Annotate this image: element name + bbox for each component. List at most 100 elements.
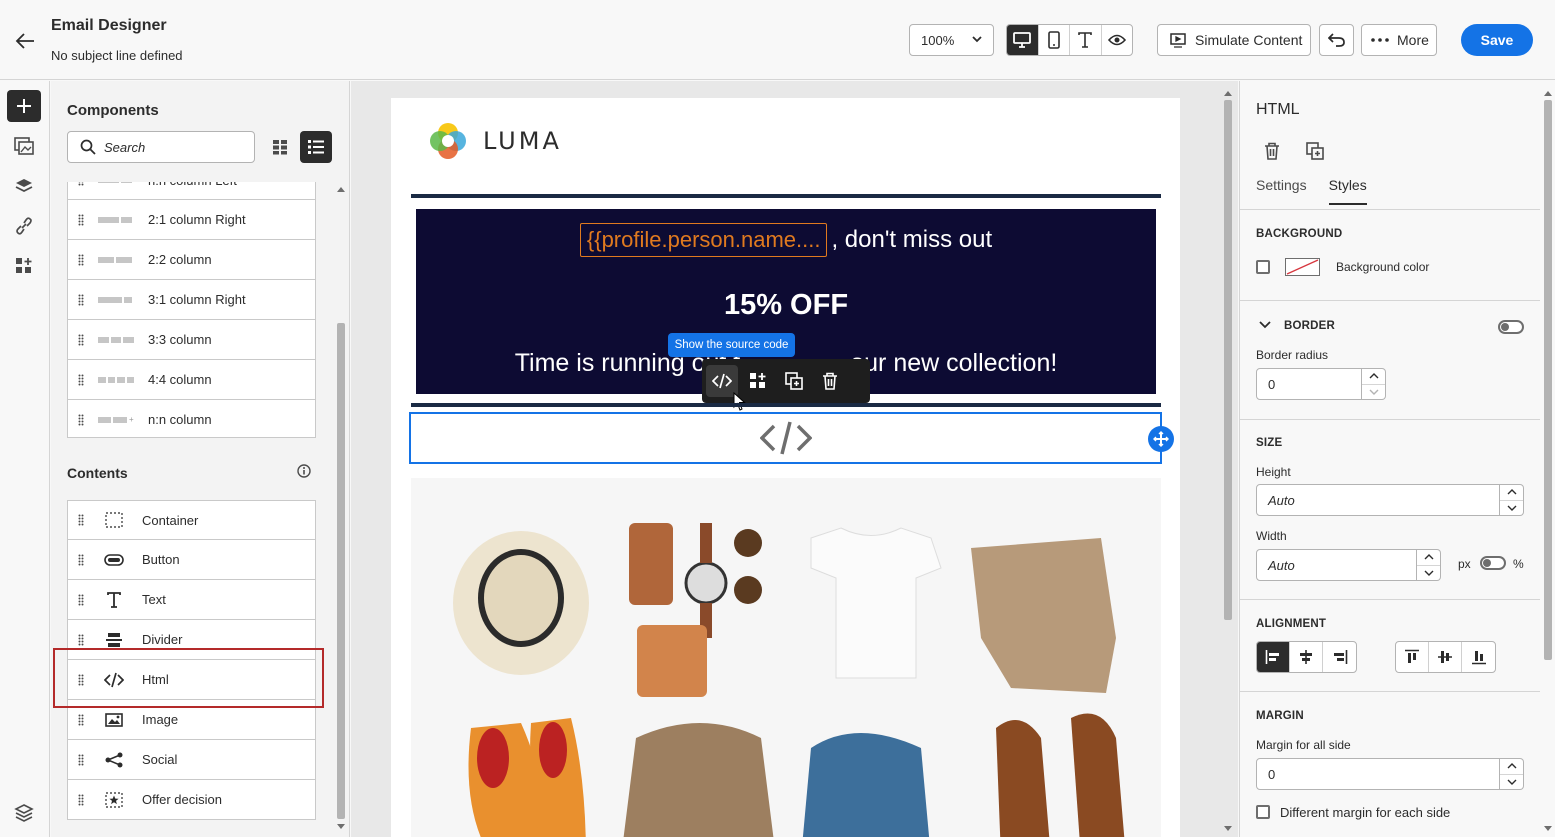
assets-button[interactable]	[7, 130, 41, 162]
content-item-container[interactable]: Container	[67, 500, 316, 540]
search-input[interactable]: Search	[67, 131, 255, 163]
content-item-social[interactable]: Social	[67, 740, 316, 780]
products-image[interactable]	[411, 478, 1161, 837]
drag-handle-icon[interactable]	[68, 414, 94, 426]
unit-percent-label: %	[1513, 557, 1524, 571]
add-components-button[interactable]	[7, 90, 41, 122]
align-middle-button[interactable]	[1429, 642, 1462, 672]
duplicate-component-button[interactable]	[1301, 137, 1329, 165]
search-placeholder: Search	[104, 139, 146, 155]
content-item-button[interactable]: Button	[67, 540, 316, 580]
zoom-select[interactable]: 100%	[909, 24, 994, 56]
tab-settings[interactable]: Settings	[1256, 177, 1307, 205]
drag-handle-icon[interactable]	[68, 514, 94, 526]
structure-item[interactable]: 4:4 column	[67, 360, 316, 400]
structure-label: 3:3 column	[148, 332, 212, 347]
chevron-down-icon[interactable]	[1258, 320, 1272, 330]
drag-handle-icon[interactable]	[68, 254, 94, 266]
drag-handle-icon[interactable]	[68, 594, 94, 606]
border-toggle[interactable]	[1498, 320, 1524, 334]
structure-item[interactable]: 2:1 column Right	[67, 200, 316, 240]
structure-item[interactable]: n:n column Left	[67, 182, 316, 200]
tab-styles[interactable]: Styles	[1328, 177, 1367, 205]
height-stepper[interactable]	[1500, 484, 1524, 516]
content-label: Divider	[142, 632, 183, 647]
content-item-image[interactable]: Image	[67, 700, 316, 740]
drag-handle-icon[interactable]	[68, 294, 94, 306]
increment-icon[interactable]	[1362, 369, 1385, 385]
drag-handle-icon[interactable]	[68, 714, 94, 726]
email-canvas: LUMA {{profile.person.name.... , don't m…	[351, 81, 1238, 837]
border-radius-input[interactable]: 0	[1256, 368, 1362, 400]
preview-button[interactable]	[1102, 25, 1133, 55]
align-right-button[interactable]	[1323, 642, 1356, 672]
canvas-scrollbar[interactable]	[1221, 86, 1235, 836]
width-stepper[interactable]	[1417, 549, 1441, 581]
drag-handle-icon[interactable]	[68, 334, 94, 346]
back-arrow-icon[interactable]	[12, 28, 38, 54]
border-radius-stepper[interactable]	[1362, 368, 1386, 400]
decrement-icon[interactable]	[1417, 566, 1440, 581]
align-bottom-button[interactable]	[1462, 642, 1495, 672]
delete-button[interactable]	[814, 365, 846, 397]
content-item-html[interactable]: Html	[67, 660, 316, 700]
text-view-button[interactable]	[1070, 25, 1102, 55]
structure-item[interactable]: 2:2 column	[67, 240, 316, 280]
personalization-token[interactable]: {{profile.person.name....	[579, 223, 828, 257]
drag-handle-icon[interactable]	[68, 634, 94, 646]
trash-icon	[1265, 142, 1279, 160]
components-scrollbar[interactable]	[334, 182, 348, 832]
background-color-swatch[interactable]	[1285, 258, 1320, 276]
content-item-offer-decision[interactable]: Offer decision	[67, 780, 316, 820]
desktop-view-button[interactable]	[1007, 25, 1039, 55]
increment-icon[interactable]	[1417, 550, 1440, 566]
align-top-button[interactable]	[1396, 642, 1429, 672]
content-item-text[interactable]: Text	[67, 580, 316, 620]
width-input[interactable]: Auto	[1256, 549, 1417, 581]
margin-all-value: 0	[1268, 766, 1276, 782]
align-left-button[interactable]	[1257, 642, 1290, 672]
drag-handle-icon[interactable]	[68, 374, 94, 386]
layers-button[interactable]	[7, 170, 41, 202]
html-component-block[interactable]	[409, 412, 1162, 464]
structure-item[interactable]: 3:3 column	[67, 320, 316, 360]
properties-scrollbar[interactable]	[1541, 86, 1555, 836]
drag-handle-icon[interactable]	[68, 674, 94, 686]
different-margin-checkbox[interactable]	[1256, 805, 1270, 819]
content-item-divider[interactable]: Divider	[67, 620, 316, 660]
margin-all-input[interactable]: 0	[1256, 758, 1500, 790]
drag-handle-icon[interactable]	[68, 794, 94, 806]
save-button[interactable]: Save	[1461, 24, 1533, 56]
drag-handle-icon[interactable]	[68, 214, 94, 226]
undo-button[interactable]	[1319, 24, 1354, 56]
info-icon[interactable]	[297, 464, 311, 481]
increment-icon[interactable]	[1500, 485, 1523, 501]
components-title: Components	[67, 102, 159, 119]
more-menu-button[interactable]: More	[1361, 24, 1437, 56]
mobile-view-button[interactable]	[1039, 25, 1070, 55]
unit-toggle[interactable]	[1480, 556, 1506, 570]
components-panel: Components Search n:n column Left 2:1 col…	[51, 81, 350, 837]
add-block-button[interactable]	[1148, 426, 1174, 452]
increment-icon[interactable]	[1500, 759, 1523, 775]
margin-stepper[interactable]	[1500, 758, 1524, 790]
structure-item[interactable]: 3:1 column Right	[67, 280, 316, 320]
fragments-button[interactable]	[7, 250, 41, 282]
decrement-icon[interactable]	[1500, 775, 1523, 790]
list-view-toggle[interactable]	[300, 131, 332, 163]
drag-handle-icon[interactable]	[68, 754, 94, 766]
background-checkbox[interactable]	[1256, 260, 1270, 274]
drag-handle-icon[interactable]	[68, 554, 94, 566]
decrement-icon[interactable]	[1362, 385, 1385, 400]
grid-view-toggle[interactable]	[264, 131, 296, 163]
height-input[interactable]: Auto	[1256, 484, 1500, 516]
decrement-icon[interactable]	[1500, 501, 1523, 516]
drag-handle-icon[interactable]	[68, 182, 94, 186]
links-button[interactable]	[7, 210, 41, 242]
align-center-button[interactable]	[1290, 642, 1323, 672]
simulate-content-button[interactable]: Simulate Content	[1157, 24, 1311, 56]
navigation-tree-button[interactable]	[7, 797, 41, 829]
duplicate-button[interactable]	[778, 365, 810, 397]
delete-component-button[interactable]	[1258, 137, 1286, 165]
structure-item[interactable]: + n:n column	[67, 400, 316, 437]
